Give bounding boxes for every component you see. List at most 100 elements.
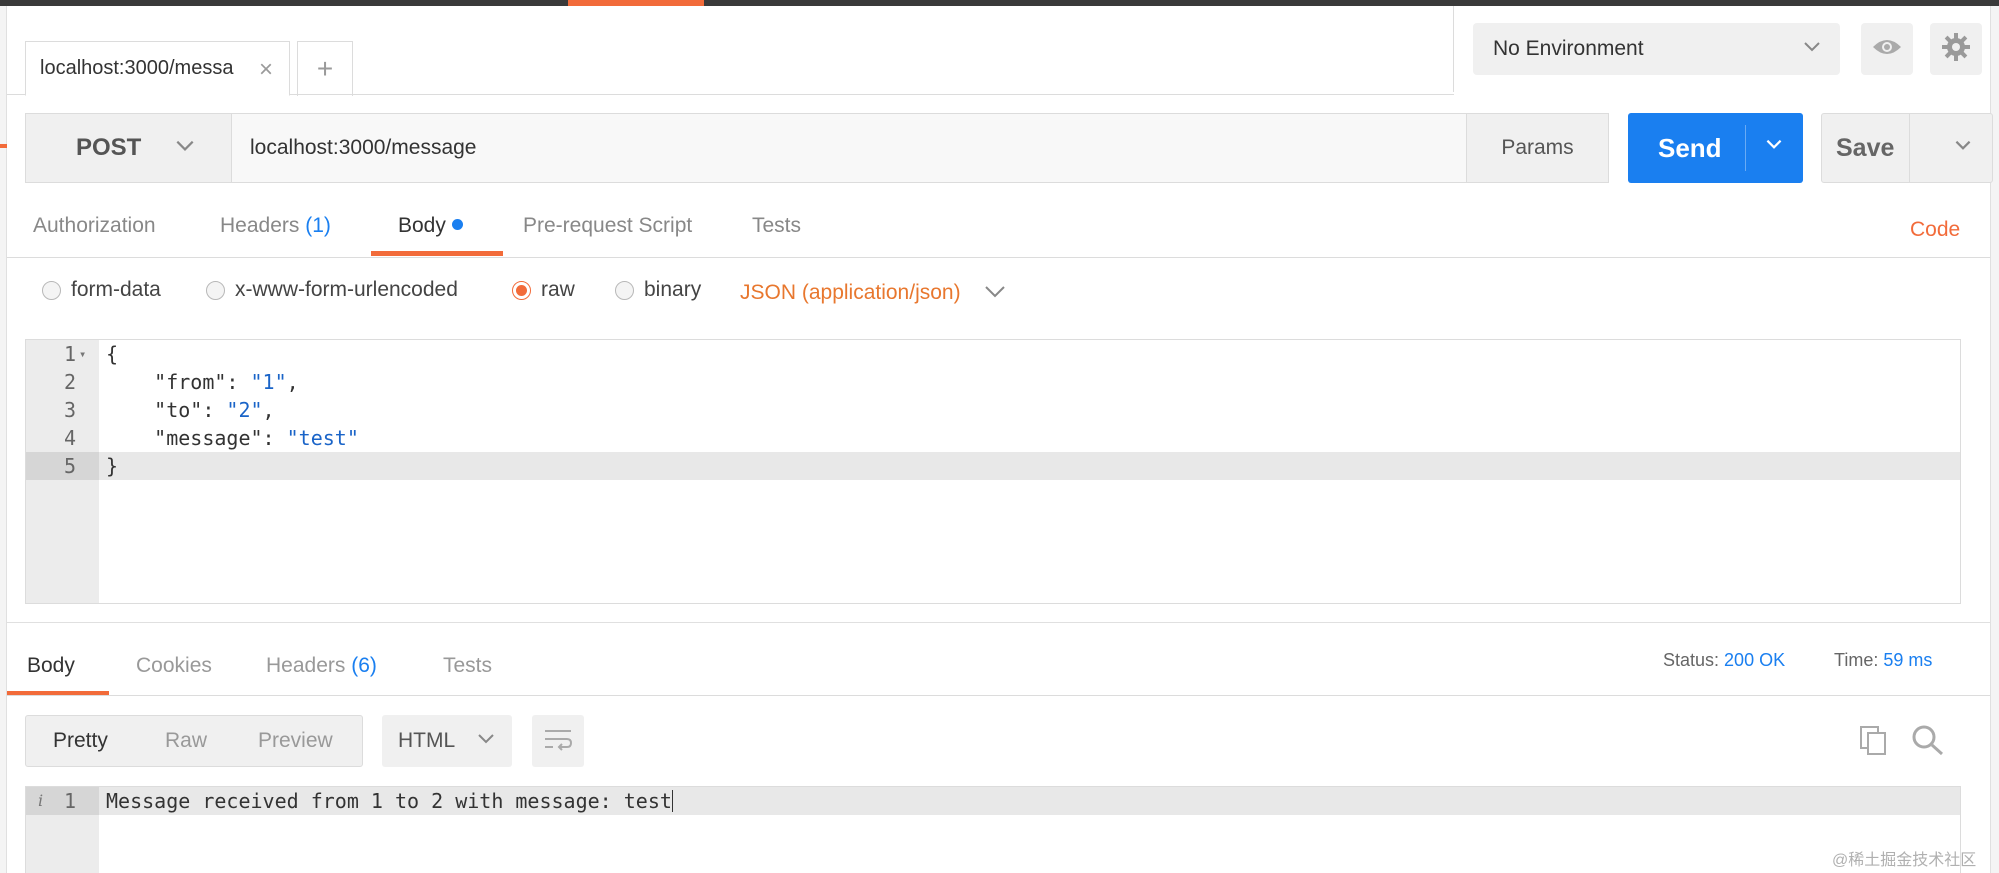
tab-body-label: Body xyxy=(398,214,446,237)
environment-select[interactable]: No Environment xyxy=(1473,23,1840,75)
wrap-lines-icon xyxy=(543,727,573,756)
line-number: 4 xyxy=(63,426,76,450)
view-raw-button[interactable]: Raw xyxy=(165,729,207,753)
radio-circle-selected xyxy=(512,280,531,300)
request-tabs-row: localhost:3000/messa × + xyxy=(7,6,1454,96)
code-text: "to": "2", xyxy=(106,396,275,424)
radio-binary-label: binary xyxy=(644,278,702,301)
tab-body[interactable]: Body xyxy=(398,214,463,238)
json-string: "1" xyxy=(250,370,287,394)
chevron-down-icon xyxy=(174,134,196,162)
active-tab-underline xyxy=(371,251,503,256)
chevron-down-icon xyxy=(984,281,1006,304)
search-icon[interactable] xyxy=(1911,724,1945,761)
tab-tests[interactable]: Tests xyxy=(752,214,801,238)
send-button-divider xyxy=(1745,125,1746,171)
view-preview-button[interactable]: Preview xyxy=(258,729,333,753)
code-link[interactable]: Code xyxy=(1910,218,1960,242)
fold-arrow-icon[interactable]: ▾ xyxy=(79,340,86,368)
code-text: "from": "1", xyxy=(106,368,299,396)
wrap-lines-button[interactable] xyxy=(532,715,584,767)
response-text-content: Message received from 1 to 2 with messag… xyxy=(106,789,672,813)
request-tab-active[interactable]: localhost:3000/messa × xyxy=(25,41,290,96)
radio-raw-label: raw xyxy=(541,278,575,301)
left-sidebar-edge xyxy=(0,6,7,873)
chevron-down-icon xyxy=(476,728,496,754)
send-button[interactable]: Send xyxy=(1628,113,1803,183)
chevron-down-icon[interactable] xyxy=(1952,134,1974,162)
line-number: 3 xyxy=(63,398,76,422)
status-value[interactable]: 200 OK xyxy=(1724,650,1785,670)
save-button-divider xyxy=(1909,114,1910,182)
request-body-editor[interactable]: 1 ▾ { 2 "from": "1", 3 "to": "2", 4 "mes… xyxy=(25,339,1961,604)
radio-urlencoded[interactable]: x-www-form-urlencoded xyxy=(206,278,458,302)
json-key: "message": xyxy=(106,426,287,450)
radio-raw[interactable]: raw xyxy=(512,278,575,302)
response-body-viewer[interactable]: i 1 Message received from 1 to 2 with me… xyxy=(25,786,1961,873)
json-punct: , xyxy=(262,398,275,422)
response-tab-body[interactable]: Body xyxy=(27,654,75,678)
request-tab-label: localhost:3000/messa xyxy=(40,57,234,79)
response-tab-headers-label: Headers xyxy=(266,654,346,677)
watermark: @稀土掘金技术社区 xyxy=(1832,852,1977,869)
editor-line: 3 "to": "2", xyxy=(26,396,1960,424)
gear-icon xyxy=(1941,32,1971,67)
new-tab-button[interactable]: + xyxy=(297,41,353,96)
response-tab-tests[interactable]: Tests xyxy=(443,654,492,678)
close-icon[interactable]: × xyxy=(259,56,273,84)
response-format-select[interactable]: HTML xyxy=(382,715,512,767)
view-pretty-button[interactable]: Pretty xyxy=(53,729,108,753)
sidebar-active-marker xyxy=(0,144,7,148)
copy-icon[interactable] xyxy=(1858,724,1890,761)
tab-authorization[interactable]: Authorization xyxy=(33,214,156,238)
response-tab-headers-count: (6) xyxy=(351,654,377,677)
chevron-down-icon[interactable] xyxy=(1763,133,1785,161)
radio-form-data[interactable]: form-data xyxy=(42,278,161,302)
radio-urlencoded-label: x-www-form-urlencoded xyxy=(235,278,458,301)
json-key: "to": xyxy=(106,398,227,422)
line-number: 1 xyxy=(63,789,76,813)
save-button[interactable]: Save xyxy=(1821,113,1993,183)
code-text: { xyxy=(106,342,119,366)
radio-form-data-label: form-data xyxy=(71,278,161,301)
status-label: Status: xyxy=(1663,650,1720,670)
content-type-select-value: JSON (application/json) xyxy=(740,281,961,304)
settings-button[interactable] xyxy=(1930,23,1982,75)
eye-icon xyxy=(1872,37,1902,62)
editor-line-active: 5 } xyxy=(26,452,1960,480)
text-caret xyxy=(671,790,673,812)
json-string: "test" xyxy=(286,426,359,450)
request-section-tabs: Authorization Headers (1) Body Pre-reque… xyxy=(7,200,1990,258)
tab-headers[interactable]: Headers (1) xyxy=(220,214,331,238)
response-format-value: HTML xyxy=(398,729,456,752)
json-punct: , xyxy=(286,370,299,394)
editor-line: 4 "message": "test" xyxy=(26,424,1960,452)
response-line-active: i 1 Message received from 1 to 2 with me… xyxy=(26,787,1960,815)
environment-quick-look-button[interactable] xyxy=(1861,23,1913,75)
response-view-toggle: Pretty Raw Preview xyxy=(25,715,363,767)
tab-prerequest-script[interactable]: Pre-request Script xyxy=(523,214,692,238)
line-number: 2 xyxy=(63,370,76,394)
method-select[interactable]: POST xyxy=(25,113,231,183)
content-type-select[interactable]: JSON (application/json) xyxy=(740,281,1006,305)
send-button-label: Send xyxy=(1658,132,1722,163)
time-value[interactable]: 59 ms xyxy=(1883,650,1932,670)
editor-line: 1 ▾ { xyxy=(26,340,1960,368)
tab-headers-count: (1) xyxy=(305,214,331,237)
url-input[interactable]: localhost:3000/message xyxy=(231,113,1467,183)
code-text: } xyxy=(106,454,119,478)
response-tab-headers[interactable]: Headers (6) xyxy=(266,654,377,678)
chevron-down-icon xyxy=(1802,36,1822,62)
response-time: Time: 59 ms xyxy=(1834,650,1932,671)
params-button-label: Params xyxy=(1501,136,1574,159)
response-divider xyxy=(7,622,1990,623)
json-key: "from": xyxy=(106,370,251,394)
response-tab-cookies[interactable]: Cookies xyxy=(136,654,212,678)
response-text: Message received from 1 to 2 with messag… xyxy=(106,787,673,815)
radio-binary[interactable]: binary xyxy=(615,278,701,302)
save-button-label: Save xyxy=(1836,133,1895,162)
url-input-value: localhost:3000/message xyxy=(250,136,477,159)
time-label: Time: xyxy=(1834,650,1879,670)
environment-select-value: No Environment xyxy=(1493,37,1644,60)
params-button[interactable]: Params xyxy=(1467,113,1609,183)
